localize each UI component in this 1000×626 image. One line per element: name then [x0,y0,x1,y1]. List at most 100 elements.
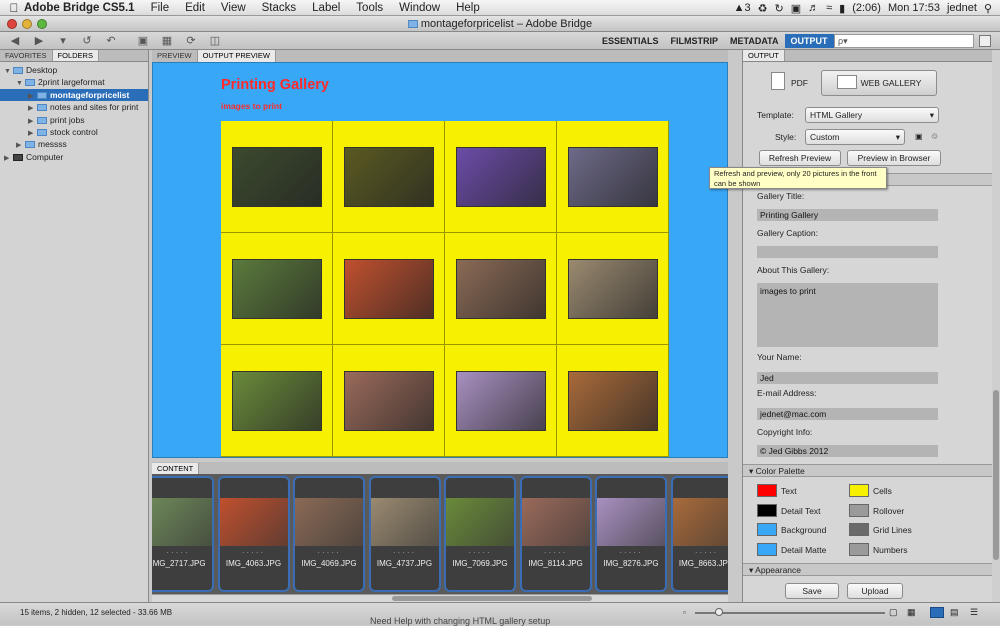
gallery-cell[interactable] [445,233,557,345]
display-icon[interactable]: ▣ [791,2,801,15]
zoom-icon[interactable] [37,19,47,29]
gallery-cell[interactable] [557,233,669,345]
filmstrip-item[interactable]: ····· IMG_4063.JPG [217,476,290,592]
close-icon[interactable] [7,19,17,29]
folder-tree-item[interactable]: ▶ messss [0,138,148,150]
zoom-in-icon[interactable]: ▢ [889,607,898,618]
workspace-filmstrip[interactable]: FILMSTRIP [665,34,725,48]
field-input[interactable]: Printing Gallery [757,209,938,221]
color-swatch[interactable] [849,542,869,556]
timemachine-icon[interactable]: ↻ [774,2,783,15]
recent-dropdown-icon[interactable]: ▾ [54,34,72,48]
folder-tree-item[interactable]: ▶ Computer [0,151,148,163]
gallery-cell[interactable] [221,121,333,233]
rating-dots[interactable]: ····· [152,548,212,557]
folder-tree-item[interactable]: ▶ notes and sites for print [0,101,148,113]
gallery-thumbnail[interactable] [455,146,546,207]
app-menu[interactable]: Adobe Bridge CS5.1 [20,2,143,14]
filmstrip-item[interactable]: ····· IMG_4069.JPG [293,476,365,592]
user-menu[interactable]: jednet [947,2,977,14]
field-input[interactable]: images to print [757,283,938,347]
view-thumbnails-icon[interactable] [930,607,944,618]
gallery-cell[interactable] [333,233,445,345]
spotlight-icon[interactable]: ⚲ [984,2,992,15]
folder-tree-item[interactable]: ▶ montageforpricelist [0,88,148,102]
folder-tree-item[interactable]: ▼ Desktop [0,64,148,76]
field-input[interactable]: jednet@mac.com [757,408,938,420]
workspace-essentials[interactable]: ESSENTIALS [596,34,665,48]
filmstrip-item[interactable]: ····· IMG_8276.JPG [595,476,667,592]
thumbnail-size-slider[interactable] [695,608,885,616]
apple-icon[interactable]:  [0,1,20,15]
gallery-thumbnail[interactable] [567,258,658,319]
refresh-preview-button[interactable]: Refresh Preview [759,150,841,166]
tab-folders[interactable]: FOLDERS [52,50,99,61]
gallery-thumbnail[interactable] [343,258,434,319]
gallery-thumbnail[interactable] [567,370,658,431]
wifi-icon[interactable]: ≈ [826,2,832,14]
preview-in-browser-button[interactable]: Preview in Browser [847,150,941,166]
view-details-icon[interactable]: ▤ [950,607,959,618]
workspace-metadata[interactable]: METADATA [724,34,785,48]
back-icon[interactable]: ◀ [6,34,24,48]
zoom-out-icon[interactable]: ▫ [683,608,686,617]
view-list-icon[interactable]: ☰ [970,607,978,618]
gallery-cell[interactable] [445,121,557,233]
triangle-right-icon[interactable]: ▶ [4,153,13,165]
gallery-thumbnail[interactable] [231,370,322,431]
filmstrip-item[interactable]: ····· IMG_7069.JPG [444,476,516,592]
menu-edit[interactable]: Edit [177,2,213,14]
rating-dots[interactable]: ····· [673,548,729,557]
upload-button[interactable]: Upload [847,583,903,599]
slider-knob[interactable] [715,608,723,616]
tab-output-panel[interactable]: OUTPUT [743,50,785,61]
search-input[interactable]: ρ▾ [834,34,974,48]
color-swatch[interactable] [849,503,869,517]
gallery-cell[interactable] [333,345,445,457]
tab-preview[interactable]: PREVIEW [152,50,198,62]
color-swatch[interactable] [849,523,869,536]
rating-dots[interactable]: ····· [220,548,288,557]
minimize-icon[interactable] [22,19,32,29]
template-select[interactable]: HTML Gallery ▾ [805,107,939,123]
menu-stacks[interactable]: Stacks [254,2,305,14]
sync-icon[interactable]: ♻ [758,2,768,15]
filmstrip-item[interactable]: ····· IMG_4737.JPG [368,476,441,592]
rotate-icon[interactable]: ⟳ [182,34,200,48]
color-swatch[interactable] [757,484,777,497]
save-style-icon[interactable]: ▣ [915,132,923,141]
color-swatch[interactable] [757,523,777,536]
delete-style-icon[interactable]: ♲ [931,132,938,141]
rating-dots[interactable]: ····· [371,548,439,557]
gallery-thumbnail[interactable] [455,370,546,431]
folder-tree-item[interactable]: ▶ print jobs [0,114,148,126]
menu-help[interactable]: Help [448,2,488,14]
web-gallery-button[interactable]: WEB GALLERY [821,70,937,96]
filmstrip-item[interactable]: ····· IMG_8114.JPG [519,476,592,592]
gallery-thumbnail[interactable] [231,146,322,207]
fullscreen-icon[interactable] [979,35,991,47]
field-input[interactable] [757,246,938,258]
gallery-cell[interactable] [221,233,333,345]
save-button[interactable]: Save [785,583,839,599]
gallery-thumbnail[interactable] [567,146,658,207]
rating-dots[interactable]: ····· [446,548,514,557]
gallery-cell[interactable] [557,121,669,233]
open-with-icon[interactable]: ◫ [206,34,224,48]
filmstrip-item[interactable]: ····· IMG_8663.JPG [670,476,729,592]
volume-icon[interactable]: ♬ [808,2,819,14]
menu-window[interactable]: Window [391,2,448,14]
forward-icon[interactable]: ▶ [30,34,48,48]
scroll-thumb[interactable] [993,390,999,560]
menu-label[interactable]: Label [304,2,348,14]
gallery-cell[interactable] [445,345,557,457]
camera-icon[interactable]: ▣ [134,34,152,48]
grid-lock-icon[interactable]: ▦ [907,607,916,618]
rating-dots[interactable]: ····· [522,548,590,557]
rating-dots[interactable]: ····· [295,548,363,557]
gallery-cell[interactable] [221,345,333,457]
filmstrip-item[interactable]: ····· IMG_2717.JPG [152,476,214,592]
gallery-thumbnail[interactable] [343,370,434,431]
reveal-recent-icon[interactable]: ↺ [78,34,96,48]
content-scrollbar[interactable] [152,594,728,602]
